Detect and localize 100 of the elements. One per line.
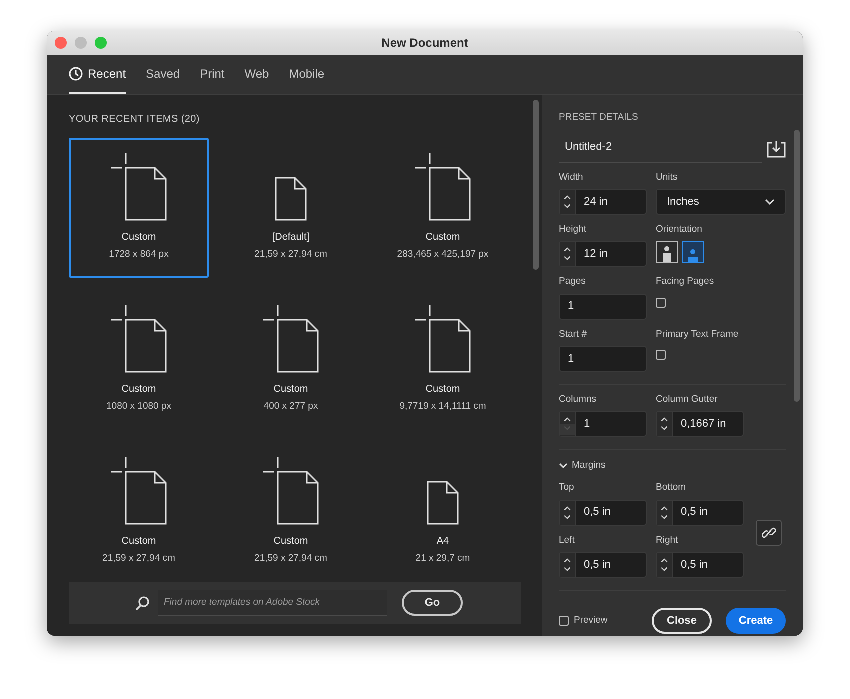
- tab[interactable]: Print: [200, 55, 225, 94]
- preset-tile[interactable]: Custom 1728 x 864 px: [69, 138, 209, 278]
- stepper-icon[interactable]: [560, 190, 576, 214]
- document-icon: [414, 304, 472, 374]
- margins-toggle[interactable]: Margins: [559, 459, 606, 474]
- units-dropdown[interactable]: Inches: [656, 189, 786, 215]
- preset-tile[interactable]: Custom 283,465 x 425,197 px: [373, 138, 513, 278]
- field-label: Bottom: [656, 481, 688, 496]
- spin-field[interactable]: 1: [559, 346, 647, 372]
- person-icon: [686, 248, 700, 262]
- field-label: Left: [559, 534, 576, 548]
- preset-name: Custom: [122, 382, 156, 397]
- spin-field[interactable]: 0,5 in: [559, 552, 647, 578]
- preset-tile[interactable]: [Default] 21,59 x 27,94 cm: [221, 138, 361, 278]
- value-input[interactable]: 12 in: [576, 246, 646, 262]
- field-label: Column Gutter: [656, 392, 719, 407]
- field-label: Orientation: [656, 223, 704, 237]
- spin-field[interactable]: 0,5 in: [559, 500, 647, 526]
- field-label: Width: [559, 170, 584, 185]
- clock-icon: [69, 66, 83, 80]
- person-icon: [661, 246, 673, 262]
- spin-field[interactable]: 0,1667 in: [656, 411, 744, 437]
- stepper-icon[interactable]: [657, 552, 673, 577]
- preset-tile[interactable]: Custom 21,59 x 27,94 cm: [69, 442, 209, 582]
- spin-field[interactable]: 24 in: [559, 189, 647, 215]
- spin-field[interactable]: 1: [559, 411, 647, 437]
- field-label: Units: [656, 170, 679, 185]
- preset-size: 21,59 x 27,94 cm: [254, 248, 328, 262]
- document-icon: [262, 304, 320, 374]
- document-icon: [414, 152, 472, 222]
- go-button[interactable]: Go: [402, 590, 463, 616]
- value-input[interactable]: 0,5 in: [673, 556, 743, 573]
- preset-size: 1728 x 864 px: [109, 248, 169, 262]
- preset-size: 1080 x 1080 px: [106, 400, 172, 414]
- value-input[interactable]: 0,5 in: [673, 504, 743, 521]
- preset-tile[interactable]: Custom 400 x 277 px: [221, 290, 361, 430]
- field-label: Start #: [559, 328, 588, 342]
- document-icon: [110, 152, 168, 222]
- spin-field[interactable]: 0,5 in: [656, 500, 744, 526]
- preset-size: 21,59 x 27,94 cm: [254, 552, 328, 566]
- value-input[interactable]: 24 in: [576, 194, 646, 210]
- field-label: Primary Text Frame: [656, 328, 740, 342]
- preset-size: 21 x 29,7 cm: [416, 552, 470, 566]
- chevron-down-icon: [559, 463, 568, 470]
- field-label: Right: [656, 534, 680, 548]
- save-preset-icon[interactable]: [767, 140, 786, 158]
- field-label: Columns: [559, 392, 598, 407]
- stepper-icon[interactable]: [657, 412, 673, 436]
- preset-name: Custom: [274, 534, 308, 549]
- checkbox[interactable]: [656, 350, 666, 360]
- value-input[interactable]: 0,5 in: [576, 556, 646, 573]
- document-icon: [110, 304, 168, 374]
- value-input[interactable]: 1: [560, 298, 646, 315]
- preset-size: 283,465 x 425,197 px: [397, 248, 489, 262]
- window-title: New Document: [382, 35, 468, 52]
- preset-name: Custom: [274, 382, 308, 397]
- search-field[interactable]: Find more templates on Adobe Stock: [158, 590, 387, 616]
- preset-name-field[interactable]: Untitled-2: [559, 135, 762, 163]
- field-label: Facing Pages: [656, 275, 716, 290]
- preset-tile[interactable]: Custom 21,59 x 27,94 cm: [221, 442, 361, 582]
- stepper-icon[interactable]: [560, 242, 576, 266]
- preset-tile[interactable]: Custom 9,7719 x 14,1111 cm: [373, 290, 513, 430]
- tab[interactable]: Web: [244, 55, 270, 94]
- search-icon: [135, 596, 150, 610]
- preset-name: Custom: [426, 230, 460, 245]
- value-input[interactable]: 1: [560, 350, 646, 367]
- panel-heading: PRESET DETAILS: [559, 111, 640, 125]
- spin-field[interactable]: 0,5 in: [656, 552, 744, 578]
- checkbox-label: Preview: [574, 614, 608, 628]
- document-icon: [262, 456, 320, 526]
- stepper-icon[interactable]: [657, 500, 673, 524]
- value-input[interactable]: 0,1667 in: [673, 416, 743, 432]
- field-label: Pages: [559, 275, 587, 290]
- field-label: Height: [559, 223, 588, 237]
- portrait-orientation-button[interactable]: [656, 241, 678, 264]
- field-label: Top: [559, 481, 576, 496]
- scrollbar[interactable]: [533, 100, 539, 270]
- stepper-icon[interactable]: [560, 552, 576, 577]
- checkbox[interactable]: [656, 298, 666, 308]
- value-input[interactable]: 1: [576, 416, 646, 432]
- preset-name: [Default]: [272, 230, 310, 245]
- preset-name: Custom: [122, 230, 156, 245]
- landscape-orientation-button[interactable]: [682, 241, 704, 264]
- spin-field[interactable]: 12 in: [559, 241, 647, 268]
- tab[interactable]: Mobile: [289, 55, 325, 94]
- document-icon: [110, 456, 168, 526]
- tab[interactable]: Saved: [146, 55, 180, 94]
- preset-tile[interactable]: A4 21 x 29,7 cm: [373, 442, 513, 582]
- create-button[interactable]: Create: [726, 608, 786, 634]
- preset-name: Custom: [122, 534, 156, 549]
- scrollbar[interactable]: [794, 130, 800, 402]
- link-button[interactable]: [756, 520, 782, 546]
- preset-tile[interactable]: Custom 1080 x 1080 px: [69, 290, 209, 430]
- preset-name: Custom: [426, 382, 460, 397]
- value-input[interactable]: 0,5 in: [576, 504, 646, 521]
- stepper-icon[interactable]: [560, 500, 576, 524]
- spin-field[interactable]: 1: [559, 294, 647, 320]
- close-button[interactable]: Close: [652, 608, 712, 634]
- checkbox[interactable]: [559, 616, 569, 626]
- section-heading: YOUR RECENT ITEMS: [69, 114, 178, 125]
